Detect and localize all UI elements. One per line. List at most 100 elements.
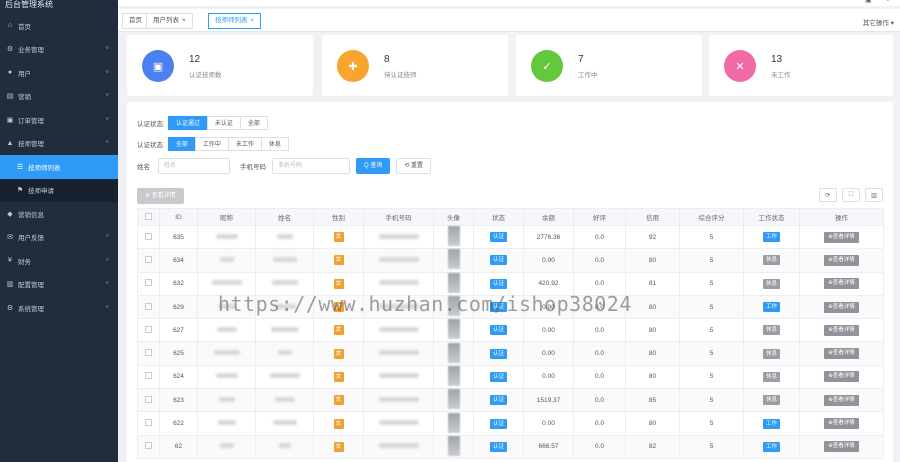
select-all-checkbox[interactable] (145, 212, 152, 220)
avatar[interactable]: ● (886, 0, 890, 4)
sidebar-item-4[interactable]: ▣ 订单管理 ˅ (0, 108, 118, 132)
row-checkbox[interactable] (145, 302, 152, 310)
view-details-button[interactable]: ⊕查看详情 (824, 278, 859, 290)
work-status-badge: 休息 (762, 395, 780, 406)
row-checkbox-cell[interactable] (137, 271, 160, 296)
cell-good-rate: 0.0 (573, 364, 626, 390)
columns-icon[interactable]: ▥ (865, 188, 883, 202)
batch-detail-button[interactable]: ⊕ 查看详情 (137, 188, 184, 204)
view-details-button[interactable]: ⊕查看详情 (824, 418, 859, 430)
work-option-1[interactable]: 工作中 (194, 137, 229, 151)
row-checkbox-cell[interactable] (137, 224, 160, 250)
view-details-button[interactable]: ⊕查看详情 (824, 254, 859, 266)
sidebar-item-11[interactable]: ▥ 配置管理 ˅ (0, 273, 118, 297)
sidebar-item-2[interactable]: ● 用户 ˅ (0, 61, 118, 85)
row-checkbox[interactable] (145, 325, 152, 333)
row-checkbox[interactable] (145, 232, 152, 240)
cert-option-0[interactable]: 认证通过 (167, 116, 208, 130)
cell-nickname (197, 294, 256, 320)
redacted-text (378, 420, 419, 426)
row-checkbox-cell[interactable] (137, 294, 160, 320)
work-option-3[interactable]: 休息 (260, 137, 289, 151)
sidebar-item-label: 首页 (18, 23, 31, 31)
sidebar-item-12[interactable]: ⚙ 系统管理 ˅ (0, 296, 118, 320)
close-icon[interactable]: × (251, 18, 255, 24)
view-details-button[interactable]: ⊕查看详情 (824, 231, 859, 243)
fullscreen-icon[interactable]: ⛶ (842, 188, 860, 202)
work-status-badge: 工作 (762, 302, 780, 313)
column-header: 姓名 (255, 208, 314, 226)
close-icon[interactable]: × (182, 18, 186, 24)
cert-option-1[interactable]: 未认证 (206, 116, 241, 130)
row-checkbox-cell[interactable] (137, 364, 160, 390)
view-details-button[interactable]: ⊕查看详情 (824, 441, 859, 453)
view-details-button[interactable]: ⊕查看详情 (824, 301, 859, 313)
row-checkbox[interactable] (145, 255, 152, 263)
cell-name (255, 341, 314, 366)
row-checkbox-cell[interactable] (137, 434, 160, 459)
work-option-2[interactable]: 未工作 (227, 137, 262, 151)
sidebar-item-3[interactable]: ▤ 营销 ˅ (0, 85, 118, 109)
sidebar-item-label: 营销 (18, 94, 31, 102)
cell-phone (363, 271, 434, 296)
sidebar-item-5[interactable]: ▲ 技师管理 ˄ (0, 132, 118, 156)
row-checkbox-cell[interactable] (137, 248, 160, 273)
cell-id: 632 (159, 271, 198, 296)
cell-phone (363, 411, 434, 436)
row-checkbox-cell[interactable] (137, 318, 160, 343)
sidebar-item-7[interactable]: ⚑ 技师申请 (0, 178, 118, 202)
redacted-text (378, 326, 419, 332)
view-details-button[interactable]: ⊕查看详情 (824, 394, 859, 406)
search-button[interactable]: Q 查询 (356, 158, 391, 174)
sidebar-item-8[interactable]: ◆ 营销信息 (0, 202, 118, 226)
redacted-text (378, 256, 419, 262)
sidebar-item-0[interactable]: ⌂ 首页 (0, 14, 118, 38)
name-input[interactable]: 姓名 (158, 158, 230, 174)
sidebar-item-1[interactable]: ⚙ 业务管理 ˅ (0, 38, 118, 62)
sidebar-item-9[interactable]: ✉ 用户反馈 ˅ (0, 226, 118, 250)
cell-actions: ⊕查看详情 (799, 364, 884, 390)
reset-button[interactable]: ⟲ 重置 (396, 158, 432, 174)
cell-credit: 85 (625, 388, 680, 413)
view-details-button[interactable]: ⊕查看详情 (824, 348, 859, 360)
cell-id: 625 (159, 341, 198, 366)
row-checkbox[interactable] (145, 419, 152, 427)
row-checkbox[interactable] (145, 442, 152, 450)
status-badge: 认证 (489, 302, 507, 313)
cell-work-status: 休息 (743, 341, 800, 366)
other-operations-dropdown[interactable]: 其它操作 ▾ (863, 17, 894, 27)
redacted-text (270, 326, 299, 332)
cell-actions: ⊕查看详情 (799, 411, 884, 436)
tab-0[interactable]: 首页 (122, 13, 149, 29)
column-header: 状态 (473, 208, 524, 226)
cell-nickname (197, 411, 256, 436)
row-checkbox[interactable] (145, 349, 152, 357)
notification-icon[interactable]: ▣ (865, 0, 872, 4)
view-details-button[interactable]: ⊕查看详情 (824, 324, 859, 336)
sidebar-item-10[interactable]: ¥ 财务 ˅ (0, 249, 118, 273)
stat-value: 8 (384, 54, 390, 65)
row-checkbox[interactable] (145, 372, 152, 380)
redacted-text (378, 443, 419, 449)
tab-2[interactable]: 技师师列表 × (208, 13, 262, 29)
row-checkbox[interactable] (145, 279, 152, 287)
row-checkbox-cell[interactable] (137, 388, 160, 413)
view-details-button[interactable]: ⊕查看详情 (824, 371, 859, 383)
row-checkbox-cell[interactable] (137, 341, 160, 366)
row-checkbox[interactable] (145, 395, 152, 403)
work-status-badge: 休息 (762, 325, 780, 336)
cert-option-2[interactable]: 全部 (239, 116, 268, 130)
cell-work-status: 工作 (743, 224, 800, 250)
phone-input[interactable]: 手机号码 (272, 158, 350, 174)
work-option-0[interactable]: 全部 (167, 137, 196, 151)
tab-1[interactable]: 用户列表 × (146, 13, 193, 29)
sidebar-item-6[interactable]: ☰ 技师师列表 (0, 155, 118, 179)
row-checkbox-cell[interactable] (137, 411, 160, 436)
cell-phone (363, 294, 434, 320)
table-row: 635 女 认证 2776.36 0.0 92 5 工作 ⊕查看详情 (137, 224, 884, 250)
redacted-text (272, 256, 297, 262)
column-header[interactable] (137, 208, 160, 226)
refresh-icon[interactable]: ⟳ (819, 188, 837, 202)
cell-score: 5 (679, 434, 744, 459)
cell-balance: 0.00 (523, 248, 574, 273)
